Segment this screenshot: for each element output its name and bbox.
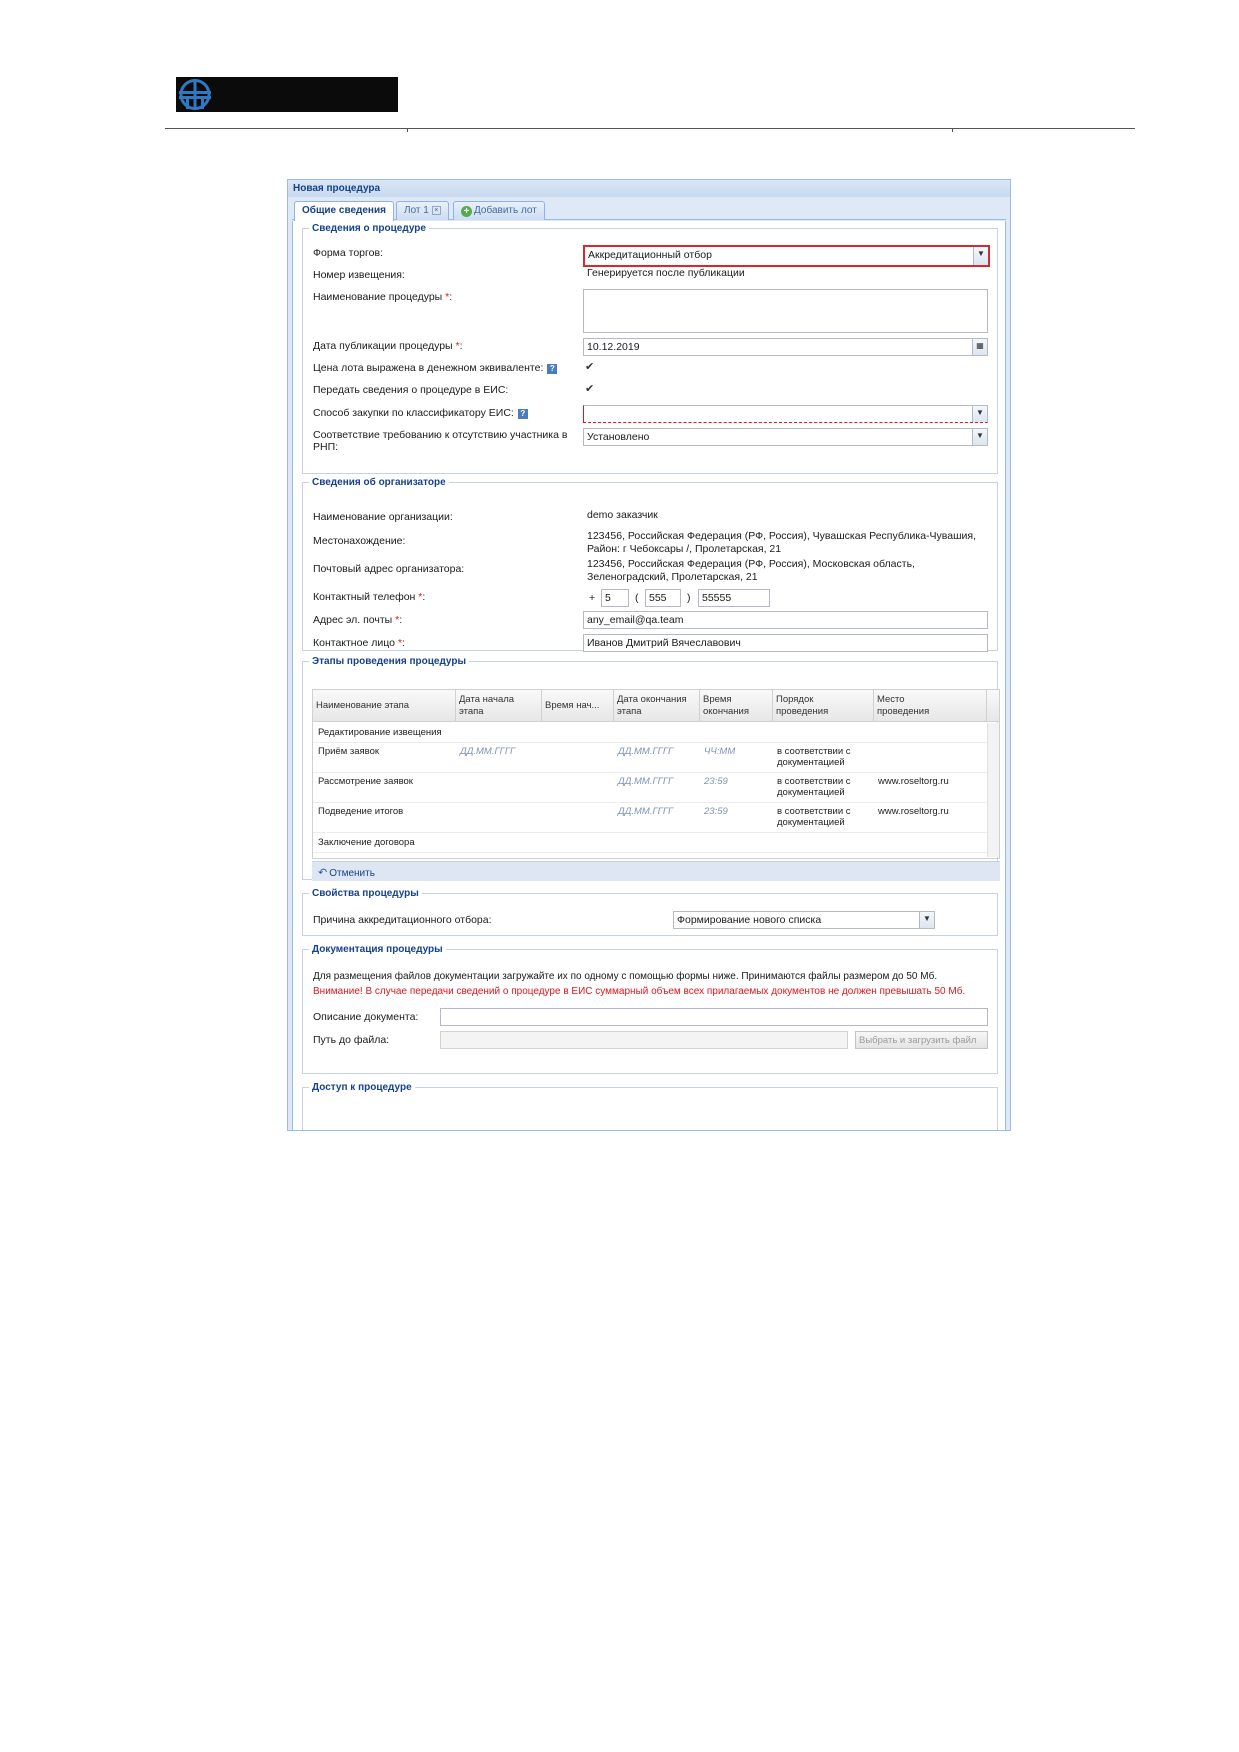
section-legend: Документация процедуры [312, 944, 443, 955]
column-header[interactable]: Время окончания [700, 690, 773, 722]
tab-label: Лот 1 [404, 205, 429, 216]
chevron-down-icon[interactable]: ▼ [973, 247, 988, 265]
tab-label: Общие сведения [302, 205, 386, 216]
close-icon[interactable]: × [431, 206, 441, 215]
column-header[interactable]: Наименование этапа [313, 690, 456, 722]
table-row[interactable]: Заключение договора [313, 833, 999, 853]
column-header[interactable]: Дата начала этапа [456, 690, 542, 722]
calendar-icon[interactable]: ▦ [972, 339, 987, 355]
company-logo [176, 77, 398, 112]
date-value: 10.12.2019 [587, 341, 640, 353]
name-label: Наименование процедуры *: [313, 291, 453, 303]
section-legend: Этапы проведения процедуры [312, 656, 466, 667]
undo-icon: ↶ [318, 867, 328, 879]
help-icon[interactable]: ? [517, 409, 528, 419]
file-path-input[interactable] [440, 1031, 848, 1049]
rnp-select[interactable]: Установлено ▼ [583, 428, 988, 446]
section-legend: Сведения о процедуре [312, 223, 426, 234]
contact-person-field[interactable]: Иванов Дмитрий Вячеславович [583, 634, 988, 652]
notice-label: Номер извещения: [313, 269, 405, 281]
reason-value: Формирование нового списка [677, 914, 822, 926]
documentation-info: Для размещения файлов документации загру… [313, 971, 938, 982]
add-lot-button[interactable]: + Добавить лот [453, 201, 545, 220]
price-checkbox[interactable]: ✔ [585, 362, 595, 373]
location-value: 123456, Российская Федерация (РФ, Россия… [587, 530, 976, 555]
phone-label: Контактный телефон *: [313, 591, 426, 603]
header-tick [952, 128, 953, 132]
chevron-down-icon[interactable]: ▼ [972, 429, 987, 445]
table-row[interactable]: Подведение итогов ДД.ММ.ГГГГ 23:59 в соо… [313, 803, 999, 833]
phone-close-paren: ) [687, 592, 691, 604]
section-legend: Доступ к процедуре [312, 1082, 412, 1093]
form-value: Аккредитационный отбор [588, 249, 712, 261]
tab-bar: Общие сведения Лот 1 × + Добавить лот [292, 200, 1006, 221]
tab-lot-1[interactable]: Лот 1 × [396, 201, 449, 220]
org-label: Наименование организации: [313, 511, 453, 523]
purchase-method-select[interactable]: ▼ [583, 405, 988, 423]
section-legend: Сведения об организаторе [312, 477, 446, 488]
path-label: Путь до файла: [313, 1034, 390, 1046]
column-header[interactable]: Место проведения [874, 690, 987, 722]
tab-label: Добавить лот [474, 205, 537, 216]
phone-number-input[interactable]: 55555 [698, 589, 770, 607]
phone-country-input[interactable]: 5 [601, 589, 629, 607]
postal-label: Почтовый адрес организатора: [313, 563, 465, 575]
eis-checkbox[interactable]: ✔ [585, 384, 595, 395]
eis-label: Передать сведения о процедуре в ЕИС: [313, 384, 509, 396]
phone-plus: + [589, 592, 596, 604]
upload-file-button[interactable]: Выбрать и загрузить файл [855, 1031, 988, 1049]
document-description-input[interactable] [440, 1008, 988, 1026]
header-divider [165, 128, 1135, 129]
chevron-down-icon[interactable]: ▼ [919, 912, 934, 928]
reason-select[interactable]: Формирование нового списка ▼ [673, 911, 935, 929]
desc-label: Описание документа: [313, 1011, 419, 1023]
table-row[interactable]: Приём заявок ДД.ММ.ГГГГ ДД.ММ.ГГГГ ЧЧ:ММ… [313, 743, 999, 773]
grid-header: Наименование этапа Дата начала этапа Врем… [313, 690, 999, 722]
column-header[interactable]: Время нач... [542, 690, 614, 722]
window-title: Новая процедура [288, 180, 1010, 197]
date-label: Дата публикации процедуры *: [313, 340, 463, 352]
procedure-name-textarea[interactable] [583, 289, 988, 333]
undo-button[interactable]: ↶ Отменить [312, 861, 1000, 881]
form-select[interactable]: Аккредитационный отбор ▼ [583, 245, 990, 267]
stages-section: Этапы проведения процедуры Наименование … [302, 656, 1000, 881]
publication-date-field[interactable]: 10.12.2019 ▦ [583, 338, 988, 356]
help-icon[interactable]: ? [547, 364, 558, 374]
location-label: Местонахождение: [313, 535, 406, 547]
price-label: Цена лота выражена в денежном эквивалент… [313, 362, 558, 374]
form-content: Сведения о процедуре Форма торгов: Аккре… [292, 221, 1006, 1130]
section-legend: Свойства процедуры [312, 888, 419, 899]
phone-code-input[interactable]: 555 [645, 589, 681, 607]
column-header[interactable]: Порядок проведения [773, 690, 874, 722]
notice-value: Генерируется после публикации [587, 267, 745, 279]
org-value: demo заказчик [587, 509, 658, 521]
header-tick [407, 128, 408, 132]
documentation-warning: Внимание! В случае передачи сведений о п… [313, 986, 966, 997]
form-label: Форма торгов: [313, 247, 383, 259]
add-icon: + [461, 206, 472, 217]
email-label: Адрес эл. почты *: [313, 614, 403, 626]
column-header[interactable]: Дата окончания этапа [614, 690, 700, 722]
logo-emblem-icon [179, 79, 211, 110]
contact-label: Контактное лицо *: [313, 637, 405, 649]
grid-scrollbar[interactable] [987, 723, 999, 857]
rnp-label: Соответствие требованию к отсутствию уча… [313, 429, 568, 453]
postal-value: 123456, Российская Федерация (РФ, Россия… [587, 558, 915, 583]
stages-grid: Наименование этапа Дата начала этапа Врем… [312, 689, 1000, 859]
email-field[interactable]: any_email@qa.team [583, 611, 988, 629]
rnp-value: Установлено [587, 431, 650, 443]
table-row[interactable]: Рассмотрение заявок ДД.ММ.ГГГГ 23:59 в с… [313, 773, 999, 803]
new-procedure-window: Новая процедура Общие сведения Лот 1 × + Д… [287, 179, 1011, 1131]
access-section: Доступ к процедуре [302, 1082, 998, 1130]
chevron-down-icon[interactable]: ▼ [972, 406, 987, 422]
method-label: Способ закупки по классификатору ЕИС:? [313, 407, 528, 419]
tab-general-info[interactable]: Общие сведения [294, 201, 394, 221]
reason-label: Причина аккредитационного отбора: [313, 914, 492, 926]
table-row[interactable]: Редактирование извещения [313, 723, 999, 743]
phone-open-paren: ( [635, 592, 639, 604]
